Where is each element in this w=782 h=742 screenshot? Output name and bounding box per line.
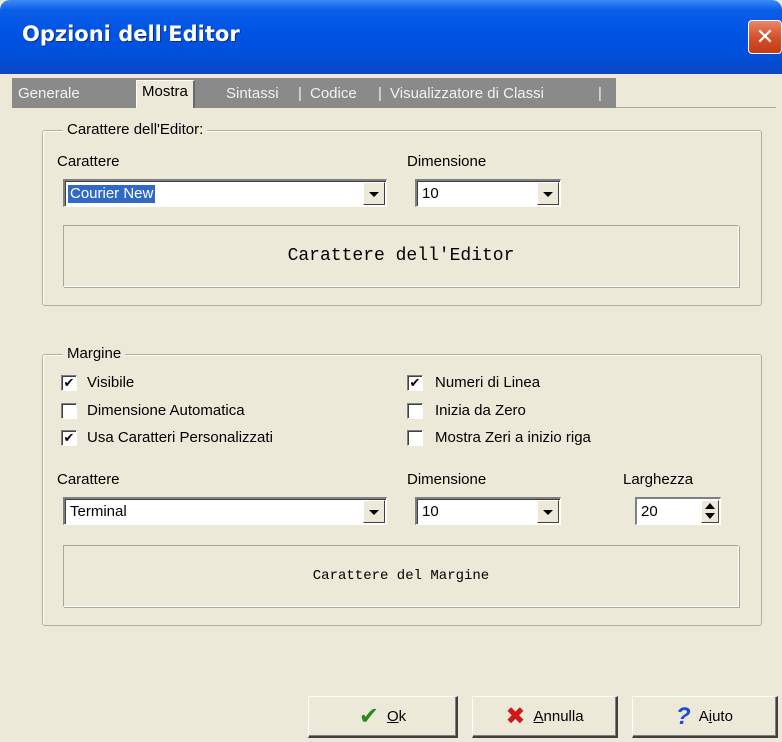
label-numeri-di-linea: Numeri di Linea (435, 374, 541, 391)
editor-font-group: Carattere dell'Editor: Carattere Courier… (42, 120, 762, 306)
tab-visualizzatore-di-classi[interactable]: Visualizzatore di Classi (390, 84, 544, 108)
window-title: Opzioni dell'Editor (22, 22, 240, 46)
close-icon: ✕ (755, 24, 775, 49)
margin-font-select[interactable]: Terminal (63, 497, 387, 525)
checkbox-mostra-zeri[interactable] (407, 430, 423, 446)
margin-font-preview: Carattere del Margine (63, 545, 739, 607)
tab-strip: Generale Mostra Sintassi | Codice | Visu… (12, 78, 776, 108)
tab-separator: | (378, 85, 382, 102)
editor-size-select[interactable]: 10 (415, 179, 561, 207)
margin-width-label: Larghezza (623, 471, 694, 488)
title-bar[interactable]: Opzioni dell'Editor ✕ (0, 0, 782, 74)
label-mostra-zeri: Mostra Zeri a inizio riga (435, 429, 591, 446)
editor-font-select[interactable]: Courier New (63, 179, 387, 207)
margin-font-label: Carattere (57, 471, 120, 488)
margin-size-label: Dimensione (407, 471, 487, 488)
x-icon: ✖ (505, 702, 526, 730)
margin-width-value: 20 (641, 503, 658, 520)
tab-generale[interactable]: Generale (18, 84, 80, 108)
editor-size-value: 10 (422, 185, 439, 202)
chevron-down-icon[interactable] (363, 182, 385, 205)
spin-down-icon[interactable] (705, 513, 715, 519)
ok-button-label: Ok (386, 708, 407, 725)
tab-sintassi[interactable]: Sintassi (226, 84, 279, 108)
margin-legend: Margine (63, 344, 126, 364)
chevron-down-icon[interactable] (537, 500, 559, 523)
checkbox-dimensione-automatica[interactable] (61, 403, 77, 419)
editor-font-legend: Carattere dell'Editor: (63, 120, 208, 140)
editor-font-preview: Carattere dell'Editor (63, 225, 739, 287)
tab-separator: | (298, 85, 302, 102)
margin-size-select[interactable]: 10 (415, 497, 561, 525)
editor-font-label: Carattere (57, 153, 120, 170)
checkbox-visibile[interactable]: ✔ (61, 375, 77, 391)
label-inizia-da-zero: Inizia da Zero (435, 402, 526, 419)
editor-size-label: Dimensione (407, 153, 487, 170)
chevron-down-icon[interactable] (363, 500, 385, 523)
margin-width-spinner[interactable]: 20 (635, 497, 721, 525)
spinner-buttons[interactable] (701, 500, 719, 523)
check-icon: ✔ (358, 702, 379, 730)
label-usa-caratteri-personalizzati: Usa Caratteri Personalizzati (87, 429, 273, 446)
checkbox-usa-caratteri-personalizzati[interactable]: ✔ (61, 430, 77, 446)
margin-size-value: 10 (422, 503, 439, 520)
tab-separator: | (598, 85, 602, 102)
checkbox-inizia-da-zero[interactable] (407, 403, 423, 419)
tab-codice[interactable]: Codice (310, 84, 357, 108)
editor-font-value: Courier New (68, 185, 156, 203)
label-visibile: Visibile (87, 374, 135, 391)
ok-button[interactable]: ✔ Ok (308, 696, 458, 738)
close-button[interactable]: ✕ (748, 20, 782, 54)
question-icon: ? (676, 702, 691, 730)
dialog-body: Generale Mostra Sintassi | Codice | Visu… (2, 74, 780, 742)
checkbox-numeri-di-linea[interactable]: ✔ (407, 375, 423, 391)
spin-up-icon[interactable] (705, 503, 715, 509)
cancel-button-label: Annulla (533, 708, 584, 725)
tab-mostra[interactable]: Mostra (136, 80, 195, 108)
label-dimensione-automatica: Dimensione Automatica (87, 402, 245, 419)
margin-group: Margine ✔ Visibile Dimensione Automatica… (42, 344, 762, 626)
help-button[interactable]: ? Aiuto (632, 696, 778, 738)
help-button-label: Aiuto (698, 708, 733, 725)
chevron-down-icon[interactable] (537, 182, 559, 205)
cancel-button[interactable]: ✖ Annulla (472, 696, 618, 738)
margin-font-value: Terminal (70, 503, 127, 520)
